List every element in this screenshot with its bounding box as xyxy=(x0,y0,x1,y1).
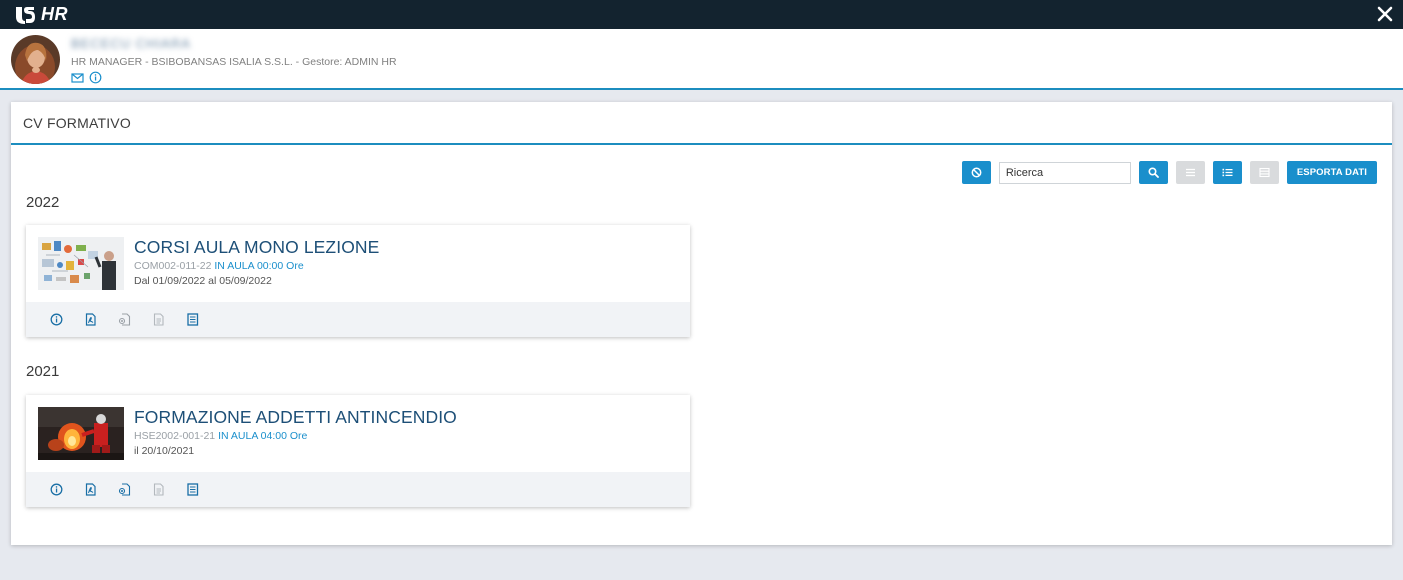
course-thumbnail xyxy=(38,407,124,460)
reset-filter-button[interactable] xyxy=(961,161,991,184)
table-icon xyxy=(1259,167,1270,178)
course-code: COM002-011-22 xyxy=(134,260,212,272)
user-name: BECECU CHIARA xyxy=(71,36,191,51)
toolbar: ESPORTA DATI xyxy=(961,161,1377,184)
course-mode: IN AULA 04:00 Ore xyxy=(218,430,308,442)
panel-header: CV FORMATIVO xyxy=(11,102,1392,145)
logo-icon xyxy=(16,6,35,24)
ban-icon xyxy=(971,167,982,178)
course-actions xyxy=(26,472,690,507)
list-bullets-icon xyxy=(1222,168,1233,177)
pdf-document-icon[interactable] xyxy=(84,483,97,496)
course-meta: HSE2002-001-21 IN AULA 04:00 Ore xyxy=(134,430,307,442)
view-table-button[interactable] xyxy=(1249,161,1279,184)
user-role: HR MANAGER - BSIBOBANSAS ISALIA S.S.L. -… xyxy=(71,56,397,68)
course-actions xyxy=(26,302,690,337)
user-profile-header: BECECU CHIARA HR MANAGER - BSIBOBANSAS I… xyxy=(0,29,1403,90)
year-heading: 2022 xyxy=(26,194,60,211)
course-meta: COM002-011-22 IN AULA 00:00 Ore xyxy=(134,260,304,272)
course-date: Dal 01/09/2022 al 05/09/2022 xyxy=(134,275,272,287)
info-icon[interactable] xyxy=(89,71,102,84)
course-code: HSE2002-001-21 xyxy=(134,430,216,442)
course-card: CORSI AULA MONO LEZIONE COM002-011-22 IN… xyxy=(26,225,690,337)
list-lines-icon xyxy=(1185,168,1195,177)
app-logo: HR xyxy=(14,3,68,26)
pdf-document-icon[interactable] xyxy=(84,313,97,326)
document-icon[interactable] xyxy=(152,313,165,326)
info-icon[interactable] xyxy=(50,483,63,496)
export-data-button[interactable]: ESPORTA DATI xyxy=(1286,161,1377,184)
panel-title: CV FORMATIVO xyxy=(23,114,131,131)
course-title[interactable]: CORSI AULA MONO LEZIONE xyxy=(134,237,379,258)
attachment-document-icon[interactable] xyxy=(118,313,131,326)
course-title[interactable]: FORMAZIONE ADDETTI ANTINCENDIO xyxy=(134,407,457,428)
info-icon[interactable] xyxy=(50,313,63,326)
course-card: FORMAZIONE ADDETTI ANTINCENDIO HSE2002-0… xyxy=(26,395,690,507)
year-heading: 2021 xyxy=(26,363,60,380)
document-icon[interactable] xyxy=(152,483,165,496)
top-bar: HR xyxy=(0,0,1403,29)
search-button[interactable] xyxy=(1138,161,1168,184)
course-mode: IN AULA 00:00 Ore xyxy=(214,260,304,272)
search-input[interactable] xyxy=(998,161,1131,184)
book-icon[interactable] xyxy=(186,483,199,496)
search-icon xyxy=(1148,167,1159,178)
view-compact-button[interactable] xyxy=(1175,161,1205,184)
avatar[interactable] xyxy=(11,35,60,84)
book-icon[interactable] xyxy=(186,313,199,326)
course-date: il 20/10/2021 xyxy=(134,445,195,457)
close-icon[interactable] xyxy=(1375,4,1395,24)
course-thumbnail xyxy=(38,237,124,290)
mail-icon[interactable] xyxy=(71,71,84,84)
attachment-document-icon[interactable] xyxy=(118,483,131,496)
cv-panel: CV FORMATIVO ESPORTA DATI 2022 xyxy=(11,102,1392,545)
profile-actions xyxy=(71,71,102,84)
view-list-button[interactable] xyxy=(1212,161,1242,184)
app-title: HR xyxy=(41,4,68,24)
